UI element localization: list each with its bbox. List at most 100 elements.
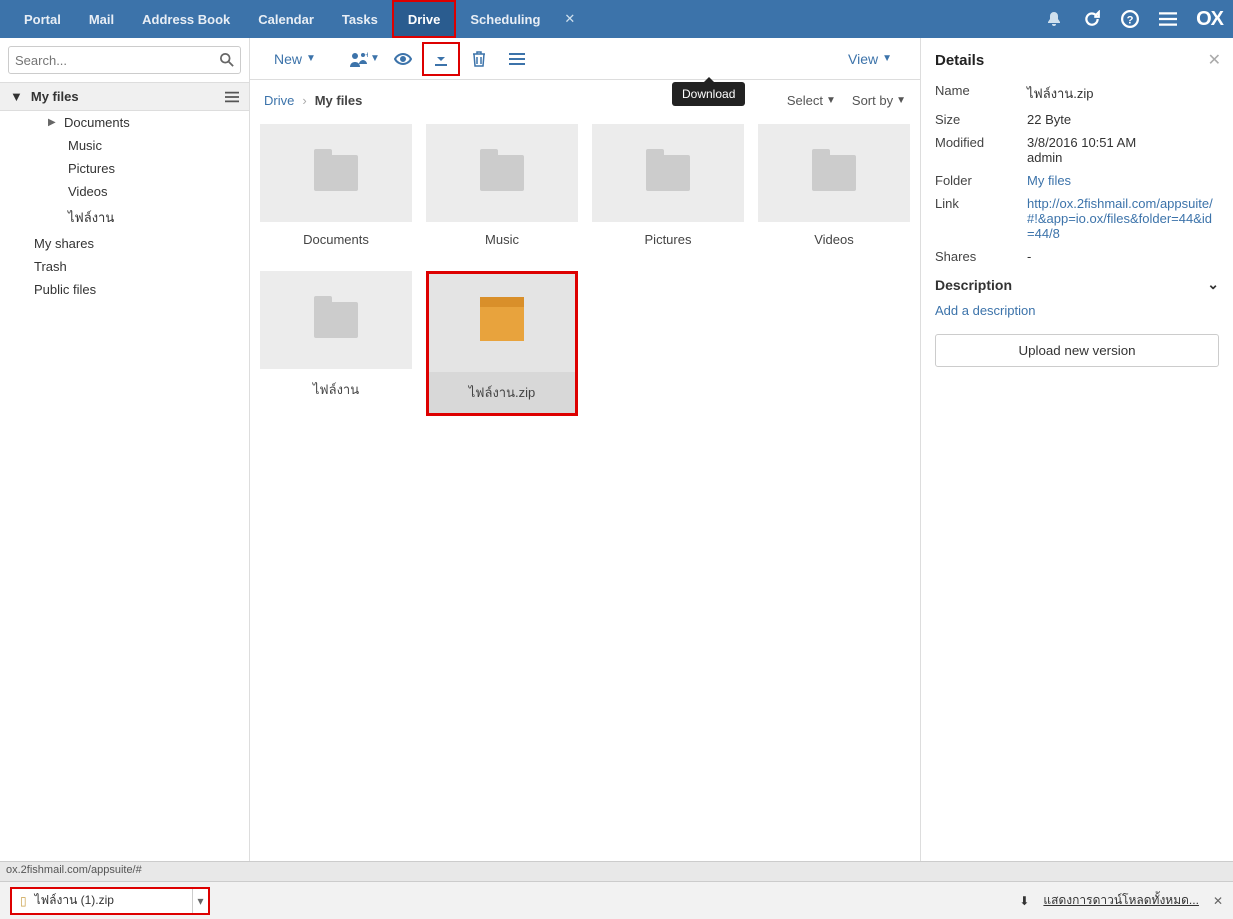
nav-calendar[interactable]: Calendar	[244, 0, 328, 38]
breadcrumb-root[interactable]: Drive	[264, 93, 294, 108]
tile-label: Pictures	[592, 222, 744, 257]
select-dropdown[interactable]: Select▼	[787, 93, 836, 108]
tile-folder[interactable]: Pictures	[592, 124, 744, 257]
caret-down-icon: ▼	[306, 53, 316, 64]
caret-down-icon: ▼	[896, 95, 906, 106]
description-header[interactable]: Description ⌄	[935, 276, 1219, 293]
nav-mail[interactable]: Mail	[75, 0, 128, 38]
chevron-down-icon: ⌄	[1207, 276, 1219, 293]
view-button[interactable]	[384, 42, 422, 76]
tile-zip-selected[interactable]: ไฟล์งาน.zip	[426, 271, 578, 416]
upload-version-button[interactable]: Upload new version	[935, 334, 1219, 367]
share-button[interactable]: +▼	[346, 42, 384, 76]
tile-folder[interactable]: Videos	[758, 124, 910, 257]
search-box[interactable]	[8, 46, 241, 74]
svg-text:+: +	[365, 51, 368, 60]
tree-item-publicfiles[interactable]: Public files	[0, 278, 249, 301]
download-icon: ⬇	[1019, 894, 1029, 908]
details-size-val: 22 Byte	[1027, 112, 1219, 127]
tree-label: Music	[68, 138, 102, 153]
tile-folder[interactable]: ไฟล์งาน	[260, 271, 412, 416]
tile-label: Documents	[260, 222, 412, 257]
tree-label: Videos	[68, 184, 108, 199]
desc-title: Description	[935, 277, 1012, 293]
download-button[interactable]	[422, 42, 460, 76]
details-size-key: Size	[935, 112, 1027, 127]
details-title: Details	[935, 52, 1219, 69]
details-pane: ✕ Details Nameไฟล์งาน.zip Size22 Byte Mo…	[921, 38, 1233, 861]
svg-text:?: ?	[1127, 15, 1134, 27]
download-item-caret[interactable]: ▾	[192, 889, 208, 913]
breadcrumb-current: My files	[315, 93, 363, 108]
view-dropdown[interactable]: View▼	[838, 45, 906, 73]
details-shares-key: Shares	[935, 249, 1027, 264]
tile-label: ไฟล์งาน	[260, 369, 412, 410]
folder-icon	[480, 155, 524, 191]
nav-addressbook[interactable]: Address Book	[128, 0, 244, 38]
top-navbar: Portal Mail Address Book Calendar Tasks …	[0, 0, 1233, 38]
tree-label: Documents	[64, 115, 130, 130]
tree-item-thaifolder[interactable]: ไฟล์งาน	[0, 203, 249, 232]
nav-scheduling[interactable]: Scheduling	[456, 0, 554, 38]
download-tooltip: Download	[672, 82, 745, 106]
details-folder-key: Folder	[935, 173, 1027, 188]
details-shares-val: -	[1027, 249, 1219, 264]
tree-label: Public files	[34, 282, 96, 297]
details-name-key: Name	[935, 83, 1027, 104]
tree-item-videos[interactable]: Videos	[0, 180, 249, 203]
tree-item-trash[interactable]: Trash	[0, 255, 249, 278]
close-icon[interactable]: ✕	[1208, 50, 1221, 70]
tile-folder[interactable]: Documents	[260, 124, 412, 257]
folder-icon	[314, 302, 358, 338]
tile-folder[interactable]: Music	[426, 124, 578, 257]
nav-tabs: Portal Mail Address Book Calendar Tasks …	[10, 0, 585, 38]
help-icon[interactable]: ?	[1120, 9, 1140, 29]
sort-label: Sort by	[852, 93, 893, 108]
nav-tasks[interactable]: Tasks	[328, 0, 392, 38]
folder-tree: ▼My files ▶Documents Music Pictures Vide…	[0, 82, 249, 301]
details-mod-val: 3/8/2016 10:51 AMadmin	[1027, 135, 1219, 165]
details-folder-link[interactable]: My files	[1027, 173, 1219, 188]
nav-drive[interactable]: Drive	[392, 0, 457, 38]
select-label: Select	[787, 93, 823, 108]
more-button[interactable]	[498, 42, 536, 76]
folder-icon	[646, 155, 690, 191]
tree-item-documents[interactable]: ▶Documents	[0, 111, 249, 134]
new-button[interactable]: New ▼	[264, 45, 326, 73]
details-mod-key: Modified	[935, 135, 1027, 165]
new-label: New	[274, 51, 302, 67]
ox-logo: OX	[1196, 8, 1223, 31]
tree-item-music[interactable]: Music	[0, 134, 249, 157]
tree-root-myfiles[interactable]: ▼My files	[0, 82, 249, 111]
search-icon[interactable]	[220, 53, 234, 67]
tile-label: Videos	[758, 222, 910, 257]
menu-icon[interactable]	[1158, 9, 1178, 29]
download-item[interactable]: ▯ ไฟล์งาน (1).zip ▾	[10, 887, 210, 915]
caret-down-icon: ▼	[10, 89, 23, 104]
sort-dropdown[interactable]: Sort by▼	[852, 93, 906, 108]
close-downloads-icon[interactable]: ✕	[1213, 894, 1223, 908]
show-all-downloads[interactable]: แสดงการดาวน์โหลดทั้งหมด...	[1043, 891, 1199, 910]
caret-down-icon: ▼	[826, 95, 836, 106]
details-link-val[interactable]: http://ox.2fishmail.com/appsuite/#!&app=…	[1027, 196, 1219, 241]
breadcrumb-sep: ›	[302, 93, 306, 108]
tile-label: Music	[426, 222, 578, 257]
sidebar: ▼My files ▶Documents Music Pictures Vide…	[0, 38, 250, 861]
archive-icon: ▯	[20, 894, 27, 908]
folder-icon	[812, 155, 856, 191]
caret-down-icon: ▼	[882, 53, 892, 64]
bell-icon[interactable]	[1044, 9, 1064, 29]
toolbar: New▼ +▼ Download View▼	[250, 38, 920, 80]
tree-item-myshares[interactable]: My shares	[0, 232, 249, 255]
download-filename: ไฟล์งาน (1).zip	[35, 891, 114, 910]
add-description-link[interactable]: Add a description	[935, 303, 1219, 318]
nav-close-icon[interactable]: ✕	[554, 0, 585, 38]
tree-item-pictures[interactable]: Pictures	[0, 157, 249, 180]
tile-label: ไฟล์งาน.zip	[429, 372, 575, 413]
details-name-val: ไฟล์งาน.zip	[1027, 83, 1219, 104]
nav-portal[interactable]: Portal	[10, 0, 75, 38]
search-input[interactable]	[15, 53, 220, 68]
refresh-icon[interactable]	[1082, 9, 1102, 29]
delete-button[interactable]	[460, 42, 498, 76]
tree-actions-icon[interactable]	[225, 90, 239, 104]
